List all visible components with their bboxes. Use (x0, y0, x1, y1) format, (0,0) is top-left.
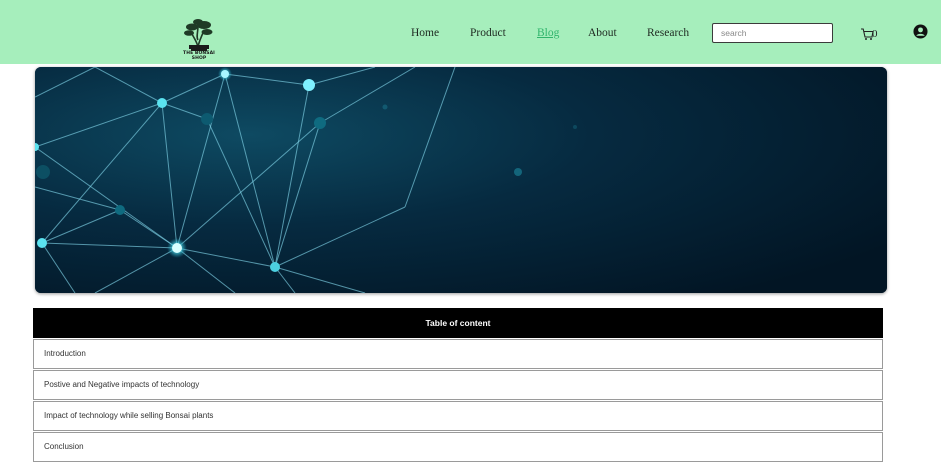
nav-research[interactable]: Research (647, 27, 689, 39)
network-technology-image (35, 67, 887, 293)
bonsai-tree-icon (184, 19, 213, 51)
toc-item-conclusion[interactable]: Conclusion (33, 432, 883, 462)
toc-item-label: Conclusion (44, 442, 84, 451)
toc-item-impacts[interactable]: Postive and Negative impacts of technolo… (33, 370, 883, 400)
toc-title: Table of content (33, 308, 883, 338)
nav-about[interactable]: About (588, 27, 617, 39)
blog-hero-banner (35, 67, 887, 293)
nav-home[interactable]: Home (411, 27, 439, 39)
toc-item-label: Introduction (44, 349, 86, 358)
toc-item-label: Impact of technology while selling Bonsa… (44, 411, 214, 420)
nav-blog[interactable]: Blog (537, 27, 559, 39)
bonsai-shop-logo[interactable]: THE BONSAI SHOP (176, 18, 222, 61)
cart-count: 0 (872, 28, 878, 40)
toc-item-label: Postive and Negative impacts of technolo… (44, 380, 200, 389)
cart-button[interactable]: 0 (860, 27, 884, 43)
search-input[interactable] (712, 23, 833, 43)
logo-text: THE BONSAI SHOP (183, 51, 215, 61)
site-header: THE BONSAI SHOP Home Product Blog About … (0, 0, 941, 64)
nav-product[interactable]: Product (470, 27, 506, 39)
user-icon[interactable] (913, 24, 928, 39)
toc-item-selling-bonsai[interactable]: Impact of technology while selling Bonsa… (33, 401, 883, 431)
toc-item-introduction[interactable]: Introduction (33, 339, 883, 369)
